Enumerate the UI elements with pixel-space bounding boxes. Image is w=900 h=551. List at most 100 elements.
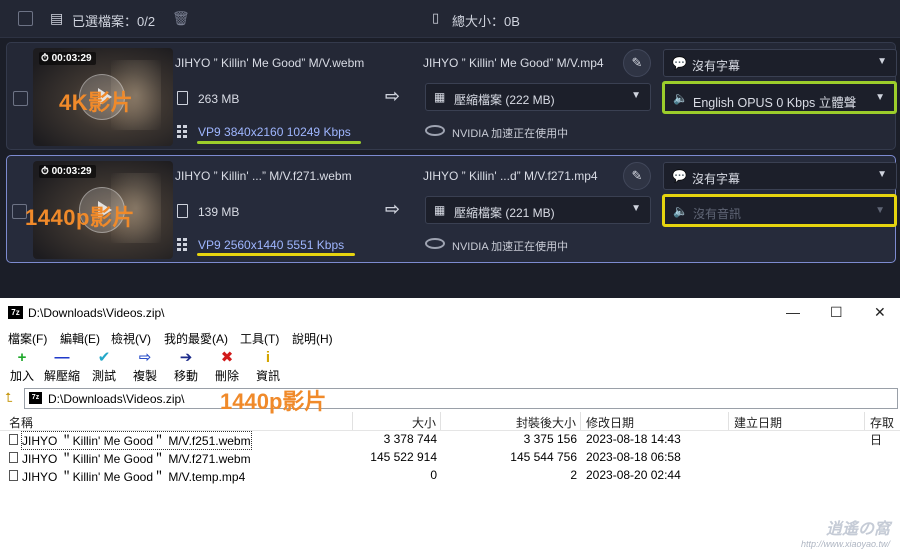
minimize-button[interactable]: — [786, 304, 800, 320]
file-row[interactable]: JIHYO ＂Killin' Me Good＂ M/V.temp.mp4 0 2… [0, 467, 900, 485]
watermark-url: http://www.xiaoyao.tw/ [800, 539, 890, 549]
selected-count-label: 已選檔案：0/2 [72, 14, 156, 29]
window-titlebar: 7z D:\Downloads\Videos.zip\ — ☐ ✕ [0, 298, 900, 328]
output-file-name: JIHYO ” Killin' ...d” M/V.f271.mp4 [423, 169, 598, 183]
video-item-2[interactable]: ⏱ 00:03:29 1440p影片 JIHYO ” Killin' ...” … [6, 155, 897, 263]
convert-arrow-icon: ⇨ [385, 86, 401, 106]
column-size[interactable]: 大小 [412, 414, 436, 431]
site-watermark: 逍遙の窩 http://www.xiaoyao.tw/ [801, 515, 890, 549]
codec-icon [177, 238, 189, 252]
7zip-app-icon: 7z [8, 306, 23, 319]
maximize-button[interactable]: ☐ [830, 304, 843, 321]
item-checkbox[interactable] [13, 91, 28, 106]
source-file-name: JIHYO ” Killin' Me Good” M/V.webm [175, 56, 365, 70]
subtitle-dropdown[interactable]: 💬 沒有字幕 ▼ [663, 49, 897, 77]
file-size-icon [177, 204, 188, 218]
subtitle-dropdown-label: 沒有字幕 [692, 59, 741, 73]
duration-text: 00:03:29 [51, 166, 92, 177]
file-size: 145 522 914 [370, 450, 437, 464]
speaker-icon: 🔈 [673, 91, 688, 105]
compress-dropdown[interactable]: ▦ 壓縮檔案 (221 MB) ▼ [425, 196, 651, 224]
add-button[interactable]: + 加入 [4, 349, 40, 385]
codec-highlight-underline [197, 141, 361, 144]
file-packed-size: 2 [570, 468, 577, 482]
source-codec-info: VP9 3840x2160 10249 Kbps [198, 125, 351, 139]
column-created[interactable]: 建立日期 [734, 414, 782, 431]
chevron-down-icon: ▼ [877, 169, 887, 180]
close-button[interactable]: ✕ [874, 304, 886, 321]
edit-output-name-button[interactable]: ✎ [623, 162, 651, 190]
column-packed-size[interactable]: 封裝後大小 [516, 414, 576, 431]
file-row[interactable]: JIHYO ＂Killin' Me Good＂ M/V.f251.webm 3 … [0, 431, 900, 450]
info-button-label: 資訊 [255, 369, 280, 383]
window-title: D:\Downloads\Videos.zip\ [28, 306, 165, 320]
file-icon [9, 434, 18, 445]
menu-view[interactable]: 檢視(V) [111, 330, 151, 347]
edit-output-name-button[interactable]: ✎ [623, 49, 651, 77]
extract-button[interactable]: — 解壓縮 [44, 349, 80, 385]
menu-bar: 檔案(F) 編輯(E) 檢視(V) 我的最愛(A) 工具(T) 說明(H) [0, 328, 900, 348]
codec-icon [177, 125, 189, 139]
file-list-header: 名稱 大小 封裝後大小 修改日期 建立日期 存取日 [0, 412, 900, 447]
file-size-icon [177, 91, 188, 105]
audio-track-label: 沒有音訊 [693, 207, 742, 221]
speech-bubble-icon: 💬 [672, 169, 687, 183]
duration-badge: ⏱ 00:03:29 [39, 165, 96, 178]
menu-file[interactable]: 檔案(F) [8, 330, 47, 347]
duration-text: 00:03:29 [51, 53, 92, 64]
minus-icon: — [54, 349, 70, 366]
screenshot-root: ▤ 已選檔案：0/2 🗑 ▯ 總大小：0B ⏱ 00:03:29 4K影片 JI… [0, 0, 900, 551]
extract-button-label: 解壓縮 [44, 369, 81, 383]
delete-x-icon: ✖ [220, 349, 234, 366]
chevron-down-icon: ▼ [877, 56, 887, 67]
subtitle-dropdown-label: 沒有字幕 [692, 172, 741, 186]
file-icon [9, 452, 18, 463]
chevron-down-icon: ▼ [631, 90, 641, 101]
compress-dropdown-label: 壓縮檔案 (221 MB) [454, 206, 555, 220]
subtitle-dropdown[interactable]: 💬 沒有字幕 ▼ [663, 162, 897, 190]
audio-track-dropdown[interactable]: 🔈 沒有音訊 ▼ [662, 194, 897, 227]
info-button[interactable]: i 資訊 [250, 349, 286, 385]
file-row[interactable]: JIHYO ＂Killin' Me Good＂ M/V.f271.webm 14… [0, 449, 900, 467]
move-arrow-icon: ➔ [179, 349, 193, 366]
file-packed-size: 3 375 156 [523, 432, 577, 446]
file-name: JIHYO ＂Killin' Me Good＂ M/V.f271.webm [22, 452, 251, 466]
duration-badge: ⏱ 00:03:29 [39, 52, 96, 65]
chevron-down-icon: ▼ [875, 205, 885, 216]
move-button[interactable]: ➔ 移動 [168, 349, 204, 385]
menu-favorites[interactable]: 我的最愛(A) [164, 330, 228, 347]
audio-track-dropdown[interactable]: 🔈 English OPUS 0 Kbps 立體聲 ▼ [662, 81, 897, 114]
menu-edit[interactable]: 編輯(E) [60, 330, 100, 347]
plus-icon: + [17, 349, 27, 366]
file-modified: 2023-08-20 02:44 [586, 468, 681, 482]
file-name: JIHYO ＂Killin' Me Good＂ M/V.temp.mp4 [22, 470, 246, 484]
resolution-annotation: 4K影片 [59, 90, 134, 115]
gpu-acceleration-label: NVIDIA 加速正在使用中 [452, 241, 569, 253]
delete-button-label: 刪除 [214, 369, 239, 383]
resolution-annotation: 1440p影片 [25, 205, 135, 230]
file-icon [9, 470, 18, 481]
chevron-down-icon: ▼ [631, 203, 641, 214]
up-folder-icon[interactable]: ⮤ [5, 390, 13, 406]
video-item-1[interactable]: ⏱ 00:03:29 4K影片 JIHYO ” Killin' Me Good”… [6, 42, 897, 150]
address-input[interactable]: 7z D:\Downloads\Videos.zip\ [24, 388, 898, 409]
document-icon: ▯ [432, 10, 440, 25]
test-button-label: 測試 [91, 369, 116, 383]
speech-bubble-icon: 💬 [672, 56, 687, 70]
copy-button[interactable]: ⇨ 複製 [127, 349, 163, 385]
trash-icon[interactable]: 🗑 [172, 10, 190, 27]
select-all-checkbox[interactable] [18, 11, 33, 26]
menu-help[interactable]: 說明(H) [292, 330, 333, 347]
watermark-logo-text: 逍遙の窩 [825, 521, 890, 538]
menu-tools[interactable]: 工具(T) [240, 330, 279, 347]
column-name[interactable]: 名稱 [9, 414, 33, 431]
file-size: 0 [430, 468, 437, 482]
test-button[interactable]: ✔ 測試 [86, 349, 122, 385]
archive-icon: 7z [29, 392, 42, 404]
delete-button[interactable]: ✖ 刪除 [209, 349, 245, 385]
nvidia-icon [425, 125, 445, 136]
column-modified[interactable]: 修改日期 [586, 414, 634, 431]
source-file-size: 263 MB [198, 92, 240, 106]
compress-dropdown[interactable]: ▦ 壓縮檔案 (222 MB) ▼ [425, 83, 651, 111]
copy-arrow-icon: ⇨ [138, 349, 152, 366]
